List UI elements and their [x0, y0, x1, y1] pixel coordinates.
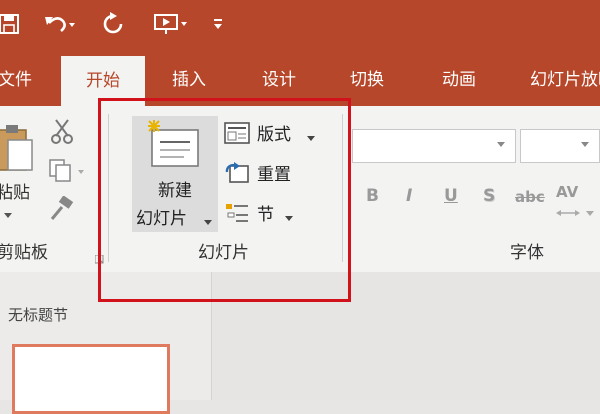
tab-animations[interactable]: 动画 [442, 64, 476, 96]
text-shadow-button[interactable]: S [483, 186, 495, 206]
strikethrough-button[interactable]: abc [515, 188, 545, 206]
font-name-input[interactable] [352, 129, 516, 163]
paste-dropdown-icon[interactable] [4, 206, 14, 225]
copy-icon[interactable] [48, 158, 88, 188]
tab-insert[interactable]: 插入 [172, 64, 206, 96]
new-slide-button[interactable]: 新建 幻灯片 [132, 116, 218, 232]
new-slide-label-line2: 幻灯片 [136, 209, 187, 229]
tab-design[interactable]: 设计 [262, 64, 296, 96]
group-separator [108, 114, 109, 262]
layout-label: 版式 [257, 125, 291, 145]
section-icon [224, 202, 250, 228]
present-from-start-icon[interactable] [150, 8, 190, 40]
cut-icon[interactable] [50, 118, 76, 148]
slides-group-label: 幻灯片 [198, 243, 249, 263]
new-slide-dropdown-icon [204, 213, 214, 232]
reset-icon [224, 162, 250, 188]
bold-button[interactable]: B [366, 186, 379, 206]
ribbon-tabs: 文件 开始 插入 设计 切换 动画 幻灯片放映 [0, 50, 600, 106]
section-label: 节 [257, 205, 274, 225]
character-spacing-button[interactable]: AV [556, 183, 578, 201]
section-dropdown-icon [285, 209, 295, 228]
section-title: 无标题节 [8, 306, 69, 324]
character-spacing-icon [556, 203, 596, 222]
paste-icon[interactable] [0, 122, 34, 178]
reset-label: 重置 [257, 165, 291, 185]
reset-button[interactable]: 重置 [224, 160, 314, 186]
slide-thumbnail[interactable] [12, 344, 170, 414]
underline-button[interactable]: U [444, 186, 458, 206]
new-slide-label-line1: 新建 [158, 181, 192, 201]
font-size-input[interactable] [520, 129, 600, 163]
repeat-icon[interactable] [98, 8, 128, 40]
layout-icon [224, 122, 250, 148]
customize-qat-icon[interactable] [208, 8, 228, 40]
title-bar [0, 0, 600, 50]
font-group-label: 字体 [510, 243, 544, 263]
save-icon[interactable] [0, 8, 24, 40]
layout-dropdown-icon [307, 129, 317, 148]
paste-label[interactable]: 粘贴 [0, 178, 30, 203]
tab-slideshow[interactable]: 幻灯片放映 [530, 64, 600, 96]
section-button[interactable]: 节 [224, 200, 314, 226]
italic-button[interactable]: I [406, 186, 412, 206]
tab-home[interactable]: 开始 [61, 56, 145, 106]
new-slide-icon [146, 120, 202, 174]
tab-file[interactable]: 文件 [0, 64, 32, 96]
undo-icon[interactable] [42, 8, 78, 40]
clipboard-launcher-icon[interactable] [94, 250, 105, 269]
group-separator [342, 114, 343, 262]
layout-button[interactable]: 版式 [224, 120, 324, 146]
tab-transitions[interactable]: 切换 [350, 64, 384, 96]
format-painter-icon[interactable] [48, 195, 74, 226]
clipboard-group-label: 剪贴板 [0, 243, 48, 263]
